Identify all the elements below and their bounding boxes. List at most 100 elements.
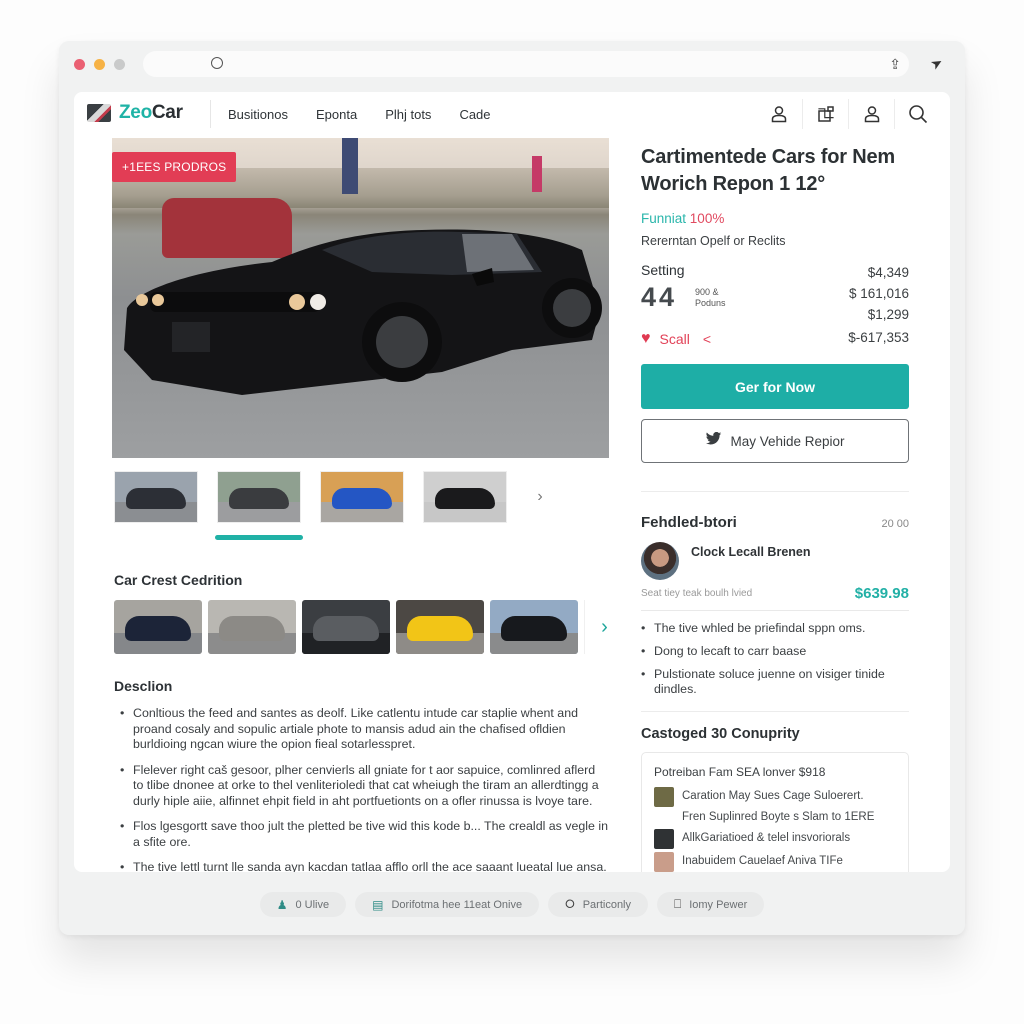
apple-icon: ⭘ — [565, 897, 575, 911]
save-label[interactable]: Scall — [660, 331, 690, 347]
page-content: ZeoCar Busitionos Eponta Plhj tots Cade — [74, 92, 950, 872]
nav-link-4[interactable]: Cade — [459, 107, 490, 122]
big-number-caption: 900 & Poduns — [695, 287, 726, 309]
price-stats: Setting 44 900 & Poduns $4,349 $ 161,016… — [641, 262, 909, 348]
chevron-right-icon[interactable]: › — [584, 600, 624, 654]
listing-title: Cartimentede Cars for Nem Worich Repon 1… — [641, 146, 895, 195]
dealer-banner — [342, 138, 358, 194]
lock-icon: ⎕ — [674, 897, 682, 911]
account-icon[interactable] — [848, 99, 894, 129]
community-card-head: Potreiban Fam SEA lonver $918 — [654, 765, 826, 779]
active-thumbnail-indicator — [215, 535, 303, 540]
search-icon[interactable] — [894, 99, 940, 129]
community-row-line: AllkGariatioed & telel insvoriorals — [682, 832, 851, 844]
dealer-header: Fehdled-btori 20 00 — [641, 514, 909, 531]
section-divider — [641, 491, 909, 492]
gallery-thumbnail[interactable] — [114, 600, 202, 654]
dealer-bullet: Pulstionate soluce juenne on visiger tin… — [641, 667, 909, 697]
community-card[interactable]: Potreiban Fam SEA lonver $918 Caration M… — [641, 752, 909, 872]
dealer-bullet: The tive whled be priefindal sppn oms. — [641, 621, 909, 636]
toolbar-pill[interactable]: ▤ Dorifotma hee 11eat Onive — [355, 892, 540, 917]
vehicle-report-label: May Vehide Repior — [730, 433, 845, 449]
community-row-line: Fren Suplinred Boyte s Slam to 1ERE — [682, 811, 875, 823]
thumbnail-active[interactable] — [217, 471, 301, 523]
chevron-right-icon[interactable]: › — [530, 488, 550, 506]
description-item: Conltious the feed and santes as deolf. … — [118, 706, 608, 753]
share-icon[interactable]: ⇪ — [889, 56, 901, 73]
dealer-bullet: Dong to lecaft to carr baase — [641, 644, 909, 659]
dealer-note: Seat tiey teak boulh lvied — [641, 588, 753, 599]
toolbar-pill[interactable]: ⎕ Iomy Pewer — [657, 892, 765, 917]
compose-icon[interactable] — [802, 99, 848, 129]
send-icon[interactable]: ➤ — [928, 53, 947, 74]
community-row[interactable]: Inabuidem Cauelaef Aniva TIFe — [654, 851, 896, 872]
close-window-button[interactable] — [74, 59, 85, 70]
dealer-price: $639.98 — [854, 585, 909, 602]
section-divider — [641, 711, 909, 712]
logo[interactable]: ZeoCar — [87, 102, 183, 124]
nav-link-1[interactable]: Busitionos — [228, 107, 288, 122]
user-icon[interactable] — [756, 99, 802, 129]
description-item: Flelever right caš gesoor, plher cenvier… — [118, 763, 608, 810]
minimize-window-button[interactable] — [94, 59, 105, 70]
dealer-heading: Fehdled-btori — [641, 514, 737, 531]
heart-icon[interactable]: ♥ — [641, 330, 651, 348]
gallery-thumbnail[interactable] — [302, 600, 390, 654]
thumbnail[interactable] — [114, 471, 198, 523]
toolbar-pill[interactable]: ⭘ Particonly — [548, 892, 648, 917]
price-value: $4,349 — [867, 265, 909, 280]
funnel-label: Funniat — [641, 211, 687, 226]
toolbar-pill-label: Iomy Pewer — [689, 898, 748, 911]
setting-label: Setting — [641, 262, 685, 278]
logo-text: ZeoCar — [119, 102, 183, 124]
thumbnail[interactable] — [423, 471, 507, 523]
price-value: $ 161,016 — [848, 286, 909, 301]
price-list: $4,349 $ 161,016 $1,299 — [849, 262, 909, 325]
main-car-image[interactable]: +1EES PRODROS — [112, 138, 609, 458]
nav-divider — [210, 100, 211, 128]
community-row[interactable]: Caration May Sues Cage Suloerert. Fren S… — [654, 786, 896, 828]
funnel-value: 100% — [689, 211, 725, 226]
share-icon[interactable]: < — [703, 331, 711, 347]
image-thumbnails: › — [114, 471, 550, 523]
nav-icons — [756, 99, 940, 129]
thumbnail[interactable] — [320, 471, 404, 523]
toolbar-pill-label: Dorifotma hee 11eat Onive — [391, 898, 523, 911]
dealer-section: Fehdled-btori 20 00 Clock Lecall Brenen … — [641, 514, 909, 697]
thumbnail-icon — [654, 787, 674, 807]
description-item: The tive lettl turnt lle sanda ayn kacda… — [118, 860, 608, 872]
nav-link-2[interactable]: Eponta — [316, 107, 357, 122]
listing-subtitle: Rererntan Opelf or Reclits — [641, 234, 786, 248]
card-icon: ▤ — [372, 897, 384, 912]
maximize-window-button[interactable] — [114, 59, 125, 70]
community-row[interactable]: AllkGariatioed & telel insvoriorals — [654, 828, 896, 849]
gallery-thumbnail[interactable] — [490, 600, 578, 654]
save-row: ♥ Scall < — [641, 330, 711, 348]
dealer-name: Clock Lecall Brenen — [691, 545, 811, 559]
vehicle-report-button[interactable]: May Vehide Repior — [641, 419, 909, 463]
gallery-thumbnail[interactable] — [396, 600, 484, 654]
nav-link-3[interactable]: Plhj tots — [385, 107, 431, 122]
community-row-line: Caration May Sues Cage Suloerert. — [682, 790, 864, 802]
twitter-bird-icon — [705, 431, 722, 450]
primary-cta-button[interactable]: Ger for Now — [641, 364, 909, 409]
browser-window: ⇪ ➤ ZeoCar Busitionos Eponta Plhj tots C… — [59, 41, 965, 935]
thumbnail-icon — [654, 852, 674, 872]
dealer-profile[interactable]: Clock Lecall Brenen — [641, 542, 909, 580]
listing-panel: Cartimentede Cars for Nem Worich Repon 1… — [641, 144, 909, 872]
price-value: $1,299 — [867, 307, 909, 322]
toolbar-pill-label: Particonly — [582, 898, 631, 911]
gallery-thumbnail[interactable] — [208, 600, 296, 654]
caption-line-1: 900 & — [695, 287, 719, 297]
logo-icon — [87, 104, 111, 122]
thumbnail-icon — [654, 829, 674, 849]
description-list: Conltious the feed and santes as deolf. … — [118, 706, 608, 872]
bottom-toolbar: ♟ 0 Ulive ▤ Dorifotma hee 11eat Onive ⭘ … — [59, 892, 965, 917]
search-icon — [211, 57, 223, 69]
caption-line-2: Poduns — [695, 298, 726, 308]
toolbar-pill[interactable]: ♟ 0 Ulive — [259, 892, 347, 917]
person-icon: ♟ — [276, 897, 288, 912]
community-row-line: Inabuidem Cauelaef Aniva TIFe — [682, 855, 843, 867]
address-bar[interactable]: ⇪ — [143, 51, 909, 77]
community-section: Castoged 30 Conuprity Potreiban Fam SEA … — [641, 726, 909, 872]
